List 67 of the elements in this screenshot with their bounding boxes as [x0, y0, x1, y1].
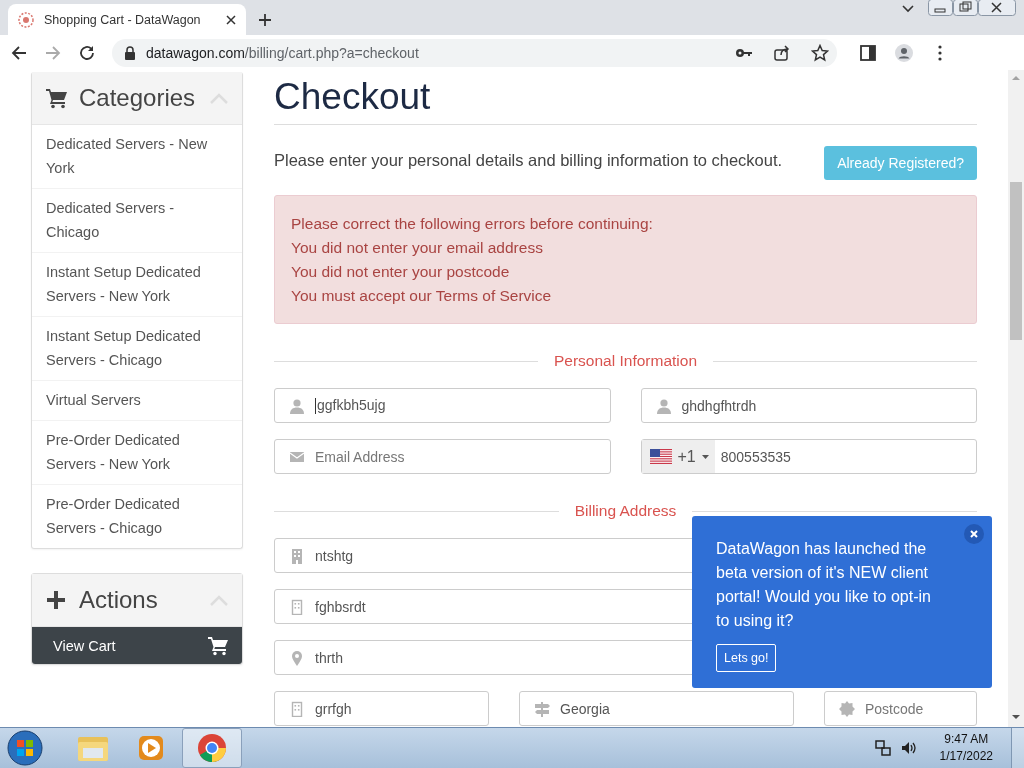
- share-icon[interactable]: [773, 43, 791, 62]
- taskbar-clock[interactable]: 9:47 AM 1/17/2022: [939, 731, 993, 765]
- category-link[interactable]: Instant Setup Dedicated Servers - Chicago: [32, 317, 242, 381]
- close-icon[interactable]: [978, 0, 1016, 17]
- input-field[interactable]: ggfkbh5ujg: [274, 388, 611, 423]
- input-field[interactable]: grrfgh: [274, 691, 489, 726]
- category-link[interactable]: Dedicated Servers - Chicago: [32, 189, 242, 253]
- category-link[interactable]: Dedicated Servers - New York: [32, 125, 242, 189]
- error-message: You did not enter your email address: [291, 238, 544, 258]
- browser-tab[interactable]: Shopping Cart - DataWagon: [8, 4, 246, 35]
- tab-title: Shopping Cart - DataWagon: [44, 12, 202, 27]
- input-field[interactable]: Email Address: [274, 439, 611, 474]
- restore-icon[interactable]: [953, 0, 978, 17]
- section-title: Personal Information: [274, 352, 977, 370]
- caret-icon: [701, 454, 709, 459]
- cart-icon: [208, 635, 228, 656]
- section-title: Billing Address: [274, 502, 977, 520]
- state-dropdown[interactable]: Georgia: [519, 691, 794, 726]
- panel-title: Actions: [79, 586, 159, 614]
- person-icon: [655, 397, 672, 414]
- error-message: You must accept our Terms of Service: [291, 286, 553, 306]
- minimize-icon[interactable]: [928, 0, 953, 17]
- phone-field[interactable]: +1 800553535: [640, 439, 977, 474]
- building-icon: [289, 598, 305, 615]
- country-code-dropdown[interactable]: +1: [641, 440, 715, 473]
- page-title: Checkout: [274, 76, 977, 125]
- signpost-icon: [534, 700, 550, 717]
- network-icon[interactable]: [873, 739, 892, 757]
- plus-icon[interactable]: [258, 12, 272, 27]
- scrollbar-thumb[interactable]: [1010, 182, 1022, 340]
- category-link[interactable]: Pre-Order Dedicated Servers - Chicago: [32, 485, 242, 548]
- flag-icon: [649, 449, 672, 464]
- input-field[interactable]: Postcode: [824, 691, 977, 726]
- start-button-icon[interactable]: [6, 729, 44, 767]
- reload-icon[interactable]: [78, 43, 96, 62]
- scrollbar[interactable]: [1008, 70, 1024, 727]
- plus-icon: [46, 589, 67, 611]
- back-icon[interactable]: [10, 43, 28, 62]
- tab-close-button[interactable]: [226, 14, 236, 25]
- lets-go-button[interactable]: Lets go!: [716, 644, 777, 672]
- star-icon[interactable]: [811, 43, 829, 62]
- close-icon: [226, 14, 236, 25]
- input-field[interactable]: ghdhgfhtrdh: [640, 388, 977, 423]
- popup-close-button[interactable]: [964, 524, 984, 544]
- person-icon: [289, 397, 305, 414]
- error-heading: Please correct the following errors before continuing:: [291, 214, 654, 234]
- lock-icon: [124, 45, 136, 60]
- view-cart-button[interactable]: View Cart: [32, 627, 242, 664]
- flower-icon: [18, 11, 34, 28]
- building-icon: [289, 700, 305, 717]
- chevron-down-icon[interactable]: [902, 4, 914, 13]
- chrome-icon[interactable]: [197, 733, 227, 763]
- intro-text: Please enter your personal details and billing information to checkout.: [274, 150, 783, 170]
- panel-title: Categories: [79, 84, 197, 112]
- seal-icon: [839, 700, 855, 717]
- profile-avatar-icon[interactable]: [895, 43, 913, 62]
- media-player-icon[interactable]: [137, 734, 165, 762]
- address-bar[interactable]: datawagon.com/billing/cart.php?a=checkout: [112, 38, 837, 67]
- category-link[interactable]: Virtual Servers: [32, 381, 242, 421]
- category-link[interactable]: Pre-Order Dedicated Servers - New York: [32, 421, 242, 485]
- category-link[interactable]: Instant Setup Dedicated Servers - New York: [32, 253, 242, 317]
- cart-icon: [46, 87, 67, 109]
- side-panel-icon[interactable]: [859, 43, 877, 62]
- error-message: You did not enter your postcode: [291, 262, 511, 282]
- close-icon: [970, 530, 978, 538]
- building-icon: [289, 547, 305, 564]
- map-pin-icon: [289, 649, 305, 666]
